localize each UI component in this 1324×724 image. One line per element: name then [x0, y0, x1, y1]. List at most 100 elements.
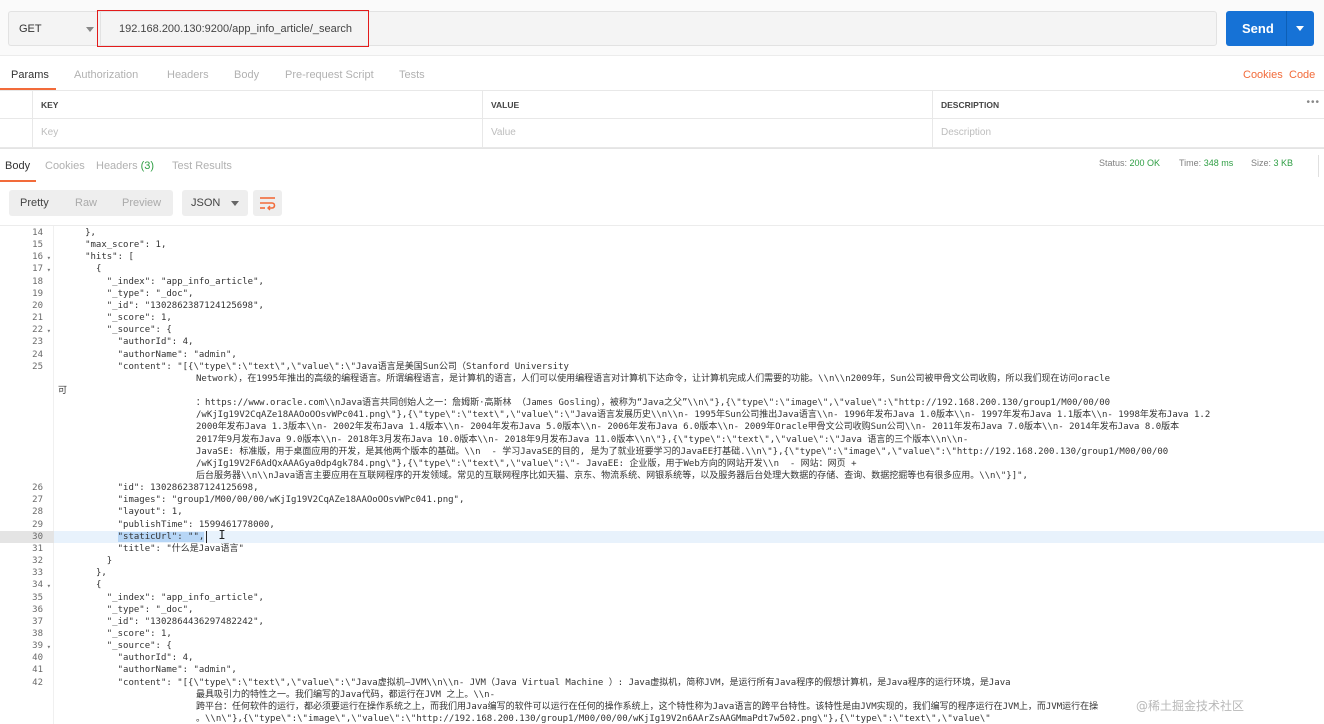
- size-readout: Size: 3 KB: [1251, 158, 1293, 168]
- line-number-value: 42: [32, 677, 43, 688]
- fold-toggle-icon[interactable]: ▾: [47, 641, 51, 653]
- chevron-down-icon: [231, 201, 239, 206]
- code-line: "_index": "app_info_article",: [107, 592, 264, 604]
- tab-params[interactable]: Params: [11, 69, 49, 81]
- tab-pre-request-script[interactable]: Pre-request Script: [285, 69, 374, 81]
- line-number-value: 24: [32, 349, 43, 360]
- params-input-row: Key Value Description: [0, 119, 1324, 147]
- tab-body[interactable]: Body: [234, 69, 259, 81]
- mouse-ibeam-icon: I: [218, 527, 226, 542]
- view-raw[interactable]: Raw: [75, 197, 97, 209]
- param-key-input[interactable]: Key: [32, 119, 482, 147]
- fold-toggle-icon[interactable]: ▾: [47, 325, 51, 337]
- line-number-value: 35: [32, 592, 43, 603]
- line-number-value: 32: [32, 556, 43, 567]
- response-view-controls: Pretty Raw Preview JSON: [0, 182, 1324, 226]
- tab-authorization[interactable]: Authorization: [74, 69, 138, 81]
- code-line-text: "images": "group1/M00/00/00/wKjIg19V2CqA…: [117, 495, 465, 506]
- line-number-value: 14: [32, 228, 43, 238]
- fold-toggle-icon[interactable]: ▾: [47, 252, 51, 264]
- code-wrapped-line: 可: [58, 385, 68, 396]
- code-line: "max_score": 1,: [85, 239, 166, 251]
- cookies-link[interactable]: Cookies: [1243, 69, 1283, 81]
- code-wrapped-line: ：https://www.oracle.com\\nJava语言共同创始人之一：…: [196, 398, 1111, 409]
- code-line-text: "authorId": 4,: [117, 337, 194, 348]
- request-tabs: Params Authorization Headers Body Pre-re…: [0, 62, 1324, 90]
- param-description-input[interactable]: Description: [932, 119, 1324, 147]
- tab-test-results[interactable]: Test Results: [172, 160, 232, 172]
- line-number-value: 34: [32, 580, 43, 591]
- fold-toggle-icon[interactable]: ▾: [47, 580, 51, 592]
- code-line-text: "_source": {: [106, 325, 172, 336]
- code-line: "title": "什么是Java语言": [118, 543, 244, 555]
- code-line: "_source": {: [107, 324, 172, 336]
- view-preview[interactable]: Preview: [122, 197, 161, 209]
- format-value: JSON: [191, 197, 221, 209]
- code-line: "_id": "1302864436297482242",: [107, 616, 264, 628]
- line-number-value: 36: [32, 604, 43, 615]
- send-label: Send: [1242, 21, 1274, 36]
- tab-tests[interactable]: Tests: [399, 69, 425, 81]
- method-label: GET: [19, 23, 42, 35]
- param-value-input[interactable]: Value: [482, 119, 932, 147]
- fold-toggle-icon[interactable]: ▾: [47, 264, 51, 276]
- code-line: "hits": [: [85, 251, 134, 263]
- method-select[interactable]: GET: [8, 11, 100, 46]
- params-check-column: [0, 91, 32, 119]
- line-number-value: 37: [32, 616, 43, 627]
- url-annotation-box: [97, 10, 369, 47]
- response-tabs: Body Cookies Headers (3) Test Results St…: [0, 148, 1324, 182]
- format-select[interactable]: JSON: [182, 190, 248, 216]
- params-description-header: DESCRIPTION: [932, 91, 1324, 119]
- code-line: "_id": "1302862387124125698",: [107, 300, 264, 312]
- line-number-value: 31: [32, 543, 43, 554]
- status-value: 200 OK: [1129, 158, 1161, 168]
- code-wrapped-line: 最具吸引力的特性之一。我们编写的Java代码，都运行在JVM 之上。\\n-: [196, 689, 496, 700]
- code-wrapped-line: 后台服务器\\n\\nJava语言主要应用在互联网程序的开发领域。常见的互联网程…: [196, 471, 1028, 481]
- tab-response-cookies[interactable]: Cookies: [45, 160, 85, 172]
- code-wrapped-line: JavaSE: 标准版，用于桌面应用的开发，是其他两个版本的基础。\\n - 学…: [196, 446, 1169, 457]
- code-line: "id": 1302862387124125698,: [118, 482, 259, 494]
- response-body-editor[interactable]: 14}, 15 "max_score": 1, 16 ▾ "hits": [17 ▾ {18 "…: [0, 226, 1324, 724]
- code-wrapped-line: 2017年9月发布Java 9.0版本\\n- 2018年3月发布Java 10…: [196, 434, 969, 445]
- more-options-icon[interactable]: •••: [1306, 97, 1320, 108]
- send-button[interactable]: Send: [1226, 11, 1314, 46]
- code-line-text: "_type": "_doc",: [106, 604, 194, 615]
- line-number-value: 20: [32, 300, 43, 311]
- send-options-chevron-icon[interactable]: [1296, 26, 1304, 31]
- params-table: KEY VALUE DESCRIPTION ••• Key Value Desc…: [0, 90, 1324, 148]
- code-line-text: "publishTime": 1599461778000,: [117, 519, 275, 530]
- line-number-value: 41: [32, 665, 43, 676]
- line-number-value: 21: [32, 313, 43, 324]
- code-line: }: [107, 555, 112, 567]
- tab-response-headers[interactable]: Headers (3): [96, 160, 154, 172]
- code-wrapped-line: /wKjIg19V2CqAZe18AAOoOOsvWPc041.png\"},{…: [196, 410, 1211, 421]
- code-line-text: "_score": 1,: [106, 313, 172, 324]
- params-value-header: VALUE: [482, 91, 932, 119]
- code-line: "staticUrl": "",: [117, 531, 205, 543]
- text-cursor: [206, 530, 208, 543]
- code-line: "authorName": "admin",: [118, 349, 237, 361]
- send-divider: [1286, 11, 1287, 46]
- view-pretty[interactable]: Pretty: [20, 197, 49, 209]
- code-line: "publishTime": 1599461778000,: [118, 519, 275, 531]
- code-line: {: [96, 263, 101, 275]
- tab-response-body[interactable]: Body: [5, 160, 30, 172]
- code-line: "_score": 1,: [107, 312, 172, 324]
- wrap-lines-button[interactable]: [253, 190, 282, 216]
- code-line-text: "_index": "app_info_article",: [106, 276, 264, 287]
- tab-headers[interactable]: Headers: [167, 69, 209, 81]
- code-line-text: "_index": "app_info_article",: [106, 592, 264, 603]
- line-number-value: 27: [32, 495, 43, 506]
- time-label: Time:: [1179, 158, 1202, 168]
- line-number-value: 28: [32, 507, 43, 518]
- code-line-text: "authorName": "admin",: [117, 665, 237, 676]
- code-link[interactable]: Code: [1289, 69, 1315, 81]
- params-row-check: [0, 119, 32, 147]
- code-line-text: {: [95, 580, 102, 591]
- line-number-value: 18: [32, 276, 43, 287]
- code-line: },: [85, 227, 96, 239]
- code-line: "content": "[{\"type\":\"text\",\"value\…: [118, 677, 1011, 689]
- code-line-text: }: [106, 556, 113, 567]
- params-header-row: KEY VALUE DESCRIPTION •••: [0, 91, 1324, 119]
